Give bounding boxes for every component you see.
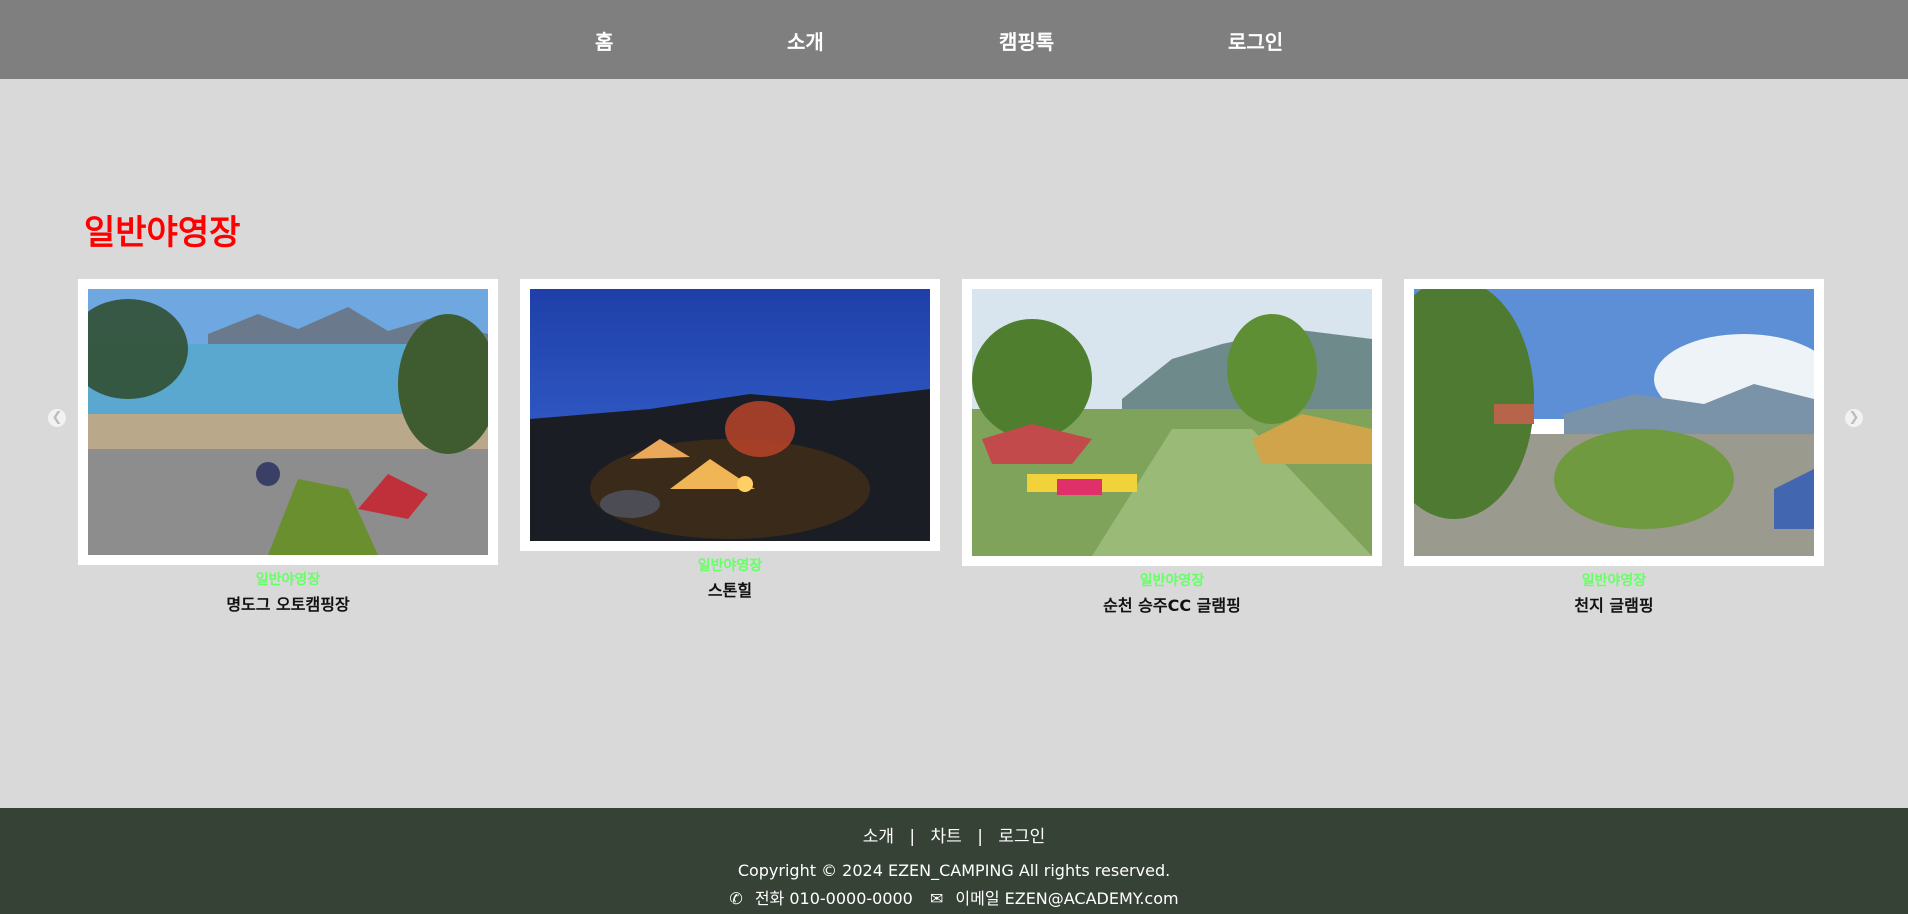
top-nav: 홈 소개 캠핑톡 로그인	[0, 0, 1908, 79]
campsite-card[interactable]	[1404, 279, 1824, 566]
campsite-photo	[1414, 289, 1814, 556]
phone-icon: ✆	[729, 889, 743, 908]
card-name[interactable]: 명도그 오토캠핑장	[78, 591, 498, 615]
card-category: 일반야영장	[255, 572, 321, 588]
nav-about[interactable]: 소개	[787, 26, 824, 55]
footer-link-login[interactable]: 로그인	[998, 827, 1045, 847]
footer-links: 소개 | 차트 | 로그인	[0, 822, 1908, 847]
card-name[interactable]: 천지 글램핑	[1404, 592, 1824, 616]
footer-link-about[interactable]: 소개	[863, 827, 894, 847]
chevron-right-icon: ❯	[1848, 410, 1860, 425]
campsite-card[interactable]	[78, 279, 498, 565]
card-category: 일반야영장	[1139, 573, 1205, 589]
mail-icon: ✉	[929, 889, 944, 908]
chevron-left-icon: ❮	[51, 410, 63, 425]
campsite-card[interactable]	[520, 279, 940, 551]
campsite-photo	[530, 289, 930, 541]
carousel-prev-button[interactable]: ❮	[48, 409, 66, 427]
email-text: 이메일 EZEN@ACADEMY.com	[955, 889, 1179, 908]
section-title: 일반야영장	[84, 213, 241, 253]
nav-login[interactable]: 로그인	[1228, 26, 1283, 55]
card-name[interactable]: 스톤힐	[520, 577, 940, 601]
footer: 소개 | 차트 | 로그인 Copyright © 2024 EZEN_CAMP…	[0, 808, 1908, 914]
copyright-text: Copyright © 2024 EZEN_CAMPING All rights…	[737, 861, 1171, 880]
card-name[interactable]: 순천 승주CC 글램핑	[962, 592, 1382, 616]
phone-text: 전화 010-0000-0000	[754, 889, 913, 908]
footer-separator: |	[909, 827, 916, 847]
nav-home[interactable]: 홈	[595, 26, 613, 55]
nav-campingtalk[interactable]: 캠핑톡	[999, 26, 1054, 55]
footer-separator: |	[977, 827, 983, 847]
contact-info: ✆ 전화 010-0000-0000 ✉ 이메일 EZEN@ACADEMY.com	[0, 885, 1908, 909]
carousel-next-button[interactable]: ❯	[1845, 409, 1863, 427]
footer-link-chart[interactable]: 차트	[931, 827, 962, 847]
campsite-photo	[972, 289, 1372, 556]
card-category: 일반야영장	[697, 558, 763, 574]
campsite-photo	[88, 289, 488, 555]
card-category: 일반야영장	[1581, 573, 1647, 589]
campsite-card[interactable]	[962, 279, 1382, 566]
